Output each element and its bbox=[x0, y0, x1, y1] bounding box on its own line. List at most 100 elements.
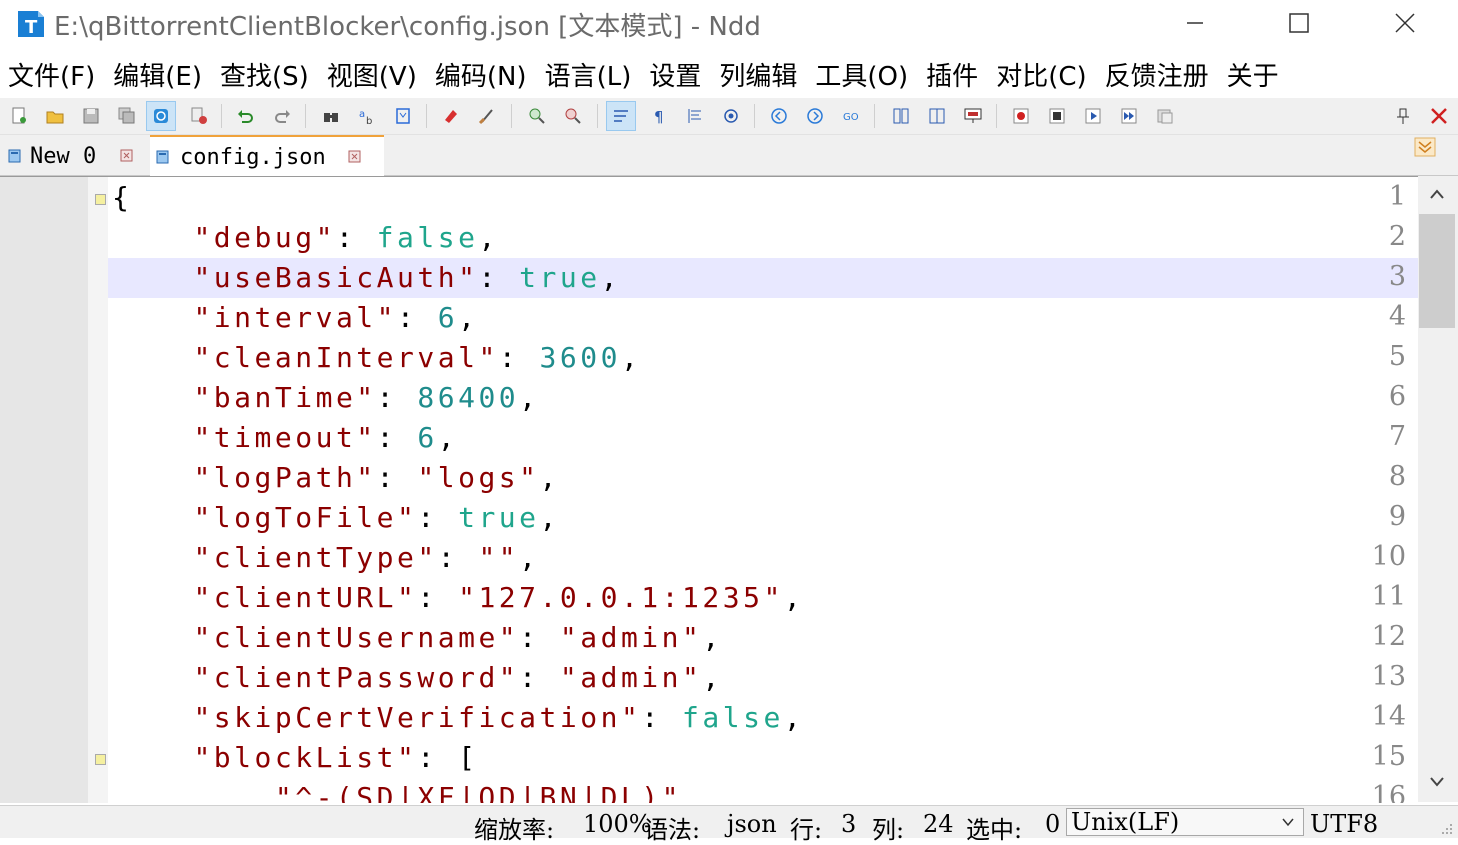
menu-column-edit[interactable]: 列编辑 bbox=[710, 56, 806, 98]
pin-button[interactable] bbox=[1388, 101, 1418, 131]
line-number: 10 bbox=[1371, 541, 1406, 572]
show-symbols-button[interactable]: ¶ bbox=[644, 101, 674, 131]
save-button[interactable] bbox=[76, 101, 106, 131]
colon: : bbox=[417, 501, 459, 534]
maximize-button[interactable] bbox=[1246, 0, 1352, 46]
indent-guide-button[interactable] bbox=[680, 101, 710, 131]
clear-mark-button[interactable] bbox=[472, 101, 502, 131]
find-button[interactable] bbox=[316, 101, 346, 131]
goto-button[interactable]: GO bbox=[836, 101, 866, 131]
bookmark-button[interactable] bbox=[388, 101, 418, 131]
code-line[interactable]: "debug": false, bbox=[112, 218, 499, 258]
json-key: "logPath" bbox=[193, 461, 377, 494]
macro-play-multi-button[interactable] bbox=[1114, 101, 1144, 131]
word-wrap-button[interactable] bbox=[606, 101, 636, 131]
minimize-button[interactable] bbox=[1142, 0, 1248, 46]
scroll-up-icon[interactable] bbox=[1429, 188, 1445, 200]
menu-language[interactable]: 语言(L) bbox=[536, 56, 641, 98]
macro-save-button[interactable] bbox=[1150, 101, 1180, 131]
code-line[interactable]: "cleanInterval": 3600, bbox=[112, 338, 641, 378]
code-line[interactable]: "clientType": "", bbox=[112, 538, 540, 578]
code-line[interactable]: "clientUsername": "admin", bbox=[112, 618, 723, 658]
close-all-button[interactable] bbox=[184, 101, 214, 131]
code-line[interactable]: "useBasicAuth": true, bbox=[112, 258, 621, 298]
macro-record-button[interactable] bbox=[1006, 101, 1036, 131]
menu-view[interactable]: 视图(V) bbox=[318, 56, 426, 98]
redo-button[interactable] bbox=[268, 101, 298, 131]
tab-new-0[interactable]: New 0 bbox=[4, 137, 144, 175]
trailing-punct: , bbox=[783, 701, 805, 734]
prev-button[interactable] bbox=[764, 101, 794, 131]
colon: : bbox=[519, 621, 560, 654]
monitor-icon bbox=[964, 108, 982, 123]
mark-button[interactable] bbox=[436, 101, 466, 131]
tab-list-button[interactable] bbox=[1414, 137, 1438, 159]
encoding-value[interactable]: UTF8 bbox=[1310, 810, 1378, 838]
undo-icon bbox=[238, 110, 253, 123]
compare-dir-button[interactable] bbox=[922, 101, 952, 131]
menu-tools[interactable]: 工具(O) bbox=[806, 56, 917, 98]
fold-marker[interactable] bbox=[95, 194, 106, 205]
menu-file[interactable]: 文件(F) bbox=[0, 56, 104, 98]
code-line[interactable]: "^-(SD|XF|QD|BN|DL)", bbox=[112, 778, 702, 803]
code-line[interactable]: "interval": 6, bbox=[112, 298, 478, 338]
macro-stop-button[interactable] bbox=[1042, 101, 1072, 131]
code-line[interactable]: { bbox=[112, 178, 132, 218]
zoom-label: 缩放率: bbox=[474, 816, 555, 844]
scrollbar-thumb[interactable] bbox=[1419, 214, 1455, 328]
open-file-button[interactable] bbox=[40, 101, 70, 131]
json-value: "127.0.0.1:1235" bbox=[458, 581, 784, 614]
vertical-scrollbar[interactable] bbox=[1418, 176, 1458, 802]
close-button[interactable] bbox=[1352, 0, 1458, 46]
code-line[interactable]: "skipCertVerification": false, bbox=[112, 698, 804, 738]
toolbar-separator bbox=[426, 104, 427, 128]
tab-config-json[interactable]: config.json bbox=[150, 135, 384, 177]
menu-feedback-register[interactable]: 反馈注册 bbox=[1096, 56, 1218, 98]
trailing-punct: , bbox=[458, 301, 479, 334]
tab-close-icon[interactable] bbox=[348, 150, 362, 164]
zoom-out-button[interactable] bbox=[558, 101, 588, 131]
next-button[interactable] bbox=[800, 101, 830, 131]
close-toolbar-button[interactable] bbox=[1424, 101, 1454, 131]
line-number: 12 bbox=[1371, 621, 1406, 652]
resize-grip-icon[interactable] bbox=[1440, 822, 1454, 836]
fold-marker[interactable] bbox=[95, 754, 106, 765]
record-target-button[interactable] bbox=[716, 101, 746, 131]
new-file-button[interactable] bbox=[4, 101, 34, 131]
menu-about[interactable]: 关于 bbox=[1218, 56, 1288, 98]
menu-plugins[interactable]: 插件 bbox=[917, 56, 987, 98]
replace-button[interactable]: ab bbox=[352, 101, 382, 131]
code-line[interactable]: "logPath": "logs", bbox=[112, 458, 560, 498]
undo-button[interactable] bbox=[230, 101, 260, 131]
compare-file-button[interactable] bbox=[886, 101, 916, 131]
menu-encoding[interactable]: 编码(N) bbox=[426, 56, 536, 98]
menu-settings[interactable]: 设置 bbox=[640, 56, 710, 98]
code-line[interactable]: "clientPassword": "admin", bbox=[112, 658, 723, 698]
code-line[interactable]: "blockList": [ bbox=[112, 738, 478, 778]
fold-margin[interactable] bbox=[88, 177, 108, 803]
menu-edit[interactable]: 编辑(E) bbox=[104, 56, 211, 98]
menu-search[interactable]: 查找(S) bbox=[211, 56, 318, 98]
scroll-down-icon[interactable] bbox=[1429, 776, 1445, 788]
open-folder-icon bbox=[46, 111, 64, 124]
eol-select[interactable]: Unix(LF) bbox=[1066, 808, 1304, 836]
code-line[interactable]: "banTime": 86400, bbox=[112, 378, 540, 418]
json-value: true bbox=[519, 261, 601, 294]
code-line[interactable]: "clientURL": "127.0.0.1:1235", bbox=[112, 578, 804, 618]
colon: : bbox=[437, 541, 479, 574]
json-value: 86400 bbox=[417, 381, 520, 414]
colon: : bbox=[498, 341, 540, 374]
macro-play-button[interactable] bbox=[1078, 101, 1108, 131]
code-line[interactable]: "logToFile": true, bbox=[112, 498, 560, 538]
compare-file-icon bbox=[893, 108, 909, 124]
tab-close-icon[interactable] bbox=[120, 149, 134, 163]
text-mode-button[interactable] bbox=[146, 101, 176, 131]
zoom-in-button[interactable] bbox=[522, 101, 552, 131]
presentation-button[interactable] bbox=[958, 101, 988, 131]
menu-compare[interactable]: 对比(C) bbox=[987, 56, 1095, 98]
save-all-button[interactable] bbox=[112, 101, 142, 131]
title-bar: T E:\qBittorrentClientBlocker\config.jso… bbox=[0, 0, 1458, 48]
code-line[interactable]: "timeout": 6, bbox=[112, 418, 458, 458]
code-editor[interactable]: 1 {2 "debug": false, 3 "useBasicAuth": tru… bbox=[0, 176, 1418, 803]
json-value: "logs" bbox=[417, 461, 540, 494]
